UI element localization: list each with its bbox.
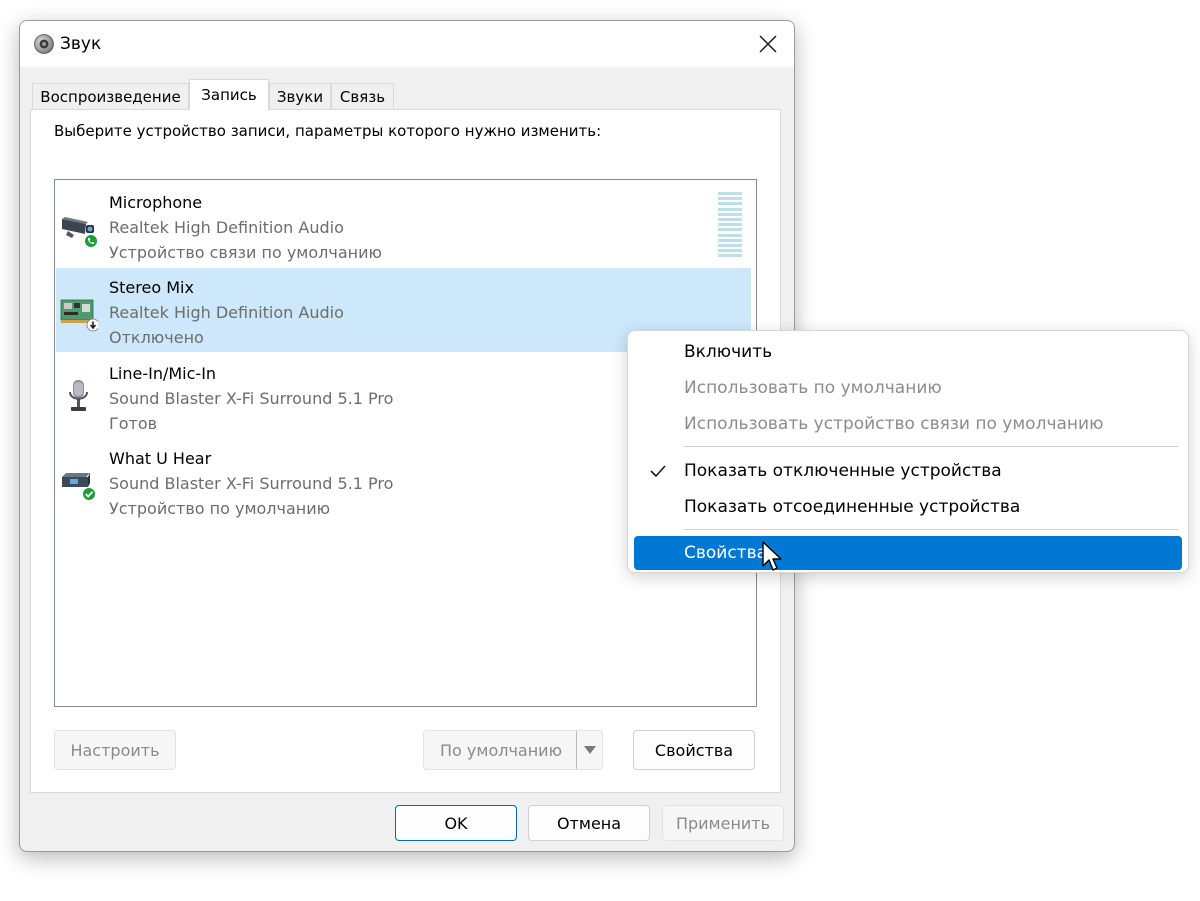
configure-button[interactable]: Настроить <box>54 730 176 770</box>
context-menu: Включить Использовать по умолчанию Испол… <box>627 330 1189 573</box>
set-default-split-button[interactable]: По умолчанию <box>423 730 603 770</box>
menu-item-label: Использовать по умолчанию <box>684 378 942 398</box>
microphone-icon <box>69 380 88 411</box>
device-item-microphone[interactable]: Microphone Realtek High Definition Audio… <box>56 183 751 267</box>
mouse-pointer-icon <box>762 541 782 571</box>
sound-card-icon <box>60 299 98 332</box>
device-status: Готов <box>109 414 158 433</box>
menu-item-label: Показать отсоединенные устройства <box>684 497 1021 517</box>
device-driver: Realtek High Definition Audio <box>109 303 344 322</box>
menu-item-label: Показать отключенные устройства <box>684 461 1002 481</box>
device-name: Microphone <box>109 193 203 212</box>
menu-item-show-disconnected[interactable]: Показать отсоединенные устройства <box>634 490 1182 524</box>
device-driver: Sound Blaster X-Fi Surround 5.1 Pro <box>109 389 394 408</box>
chevron-down-icon <box>583 746 596 754</box>
menu-item-enable[interactable]: Включить <box>634 335 1182 369</box>
instruction-text: Выберите устройство записи, параметры ко… <box>54 122 602 140</box>
menu-item-properties[interactable]: Свойства <box>634 536 1182 570</box>
title-bar[interactable]: Звук <box>20 21 794 67</box>
menu-separator <box>684 529 1178 530</box>
audio-device-icon <box>62 473 96 501</box>
device-status: Устройство связи по умолчанию <box>109 243 382 262</box>
checkmark-icon <box>650 465 666 478</box>
level-meter <box>718 192 742 258</box>
menu-item-show-disabled[interactable]: Показать отключенные устройства <box>634 454 1182 488</box>
properties-button[interactable]: Свойства <box>633 730 755 770</box>
ok-button[interactable]: OK <box>395 805 517 841</box>
close-icon <box>759 35 777 53</box>
menu-separator <box>684 446 1178 447</box>
menu-item-set-default[interactable]: Использовать по умолчанию <box>634 371 1182 405</box>
device-driver: Sound Blaster X-Fi Surround 5.1 Pro <box>109 474 394 493</box>
set-default-dropdown[interactable] <box>576 731 602 769</box>
set-default-label: По умолчанию <box>440 740 563 760</box>
device-name: Line-In/Mic-In <box>109 364 217 383</box>
device-name: Stereo Mix <box>109 278 194 297</box>
tab-recording[interactable]: Запись <box>189 79 269 110</box>
menu-item-label: Включить <box>684 342 773 362</box>
webcam-microphone-icon <box>62 217 98 247</box>
cancel-button[interactable]: Отмена <box>528 805 650 841</box>
menu-item-label: Свойства <box>684 543 768 563</box>
device-status: Устройство по умолчанию <box>109 499 331 518</box>
speaker-icon <box>34 34 54 54</box>
tab-sounds[interactable]: Звуки <box>269 83 331 109</box>
apply-button[interactable]: Применить <box>662 805 784 841</box>
device-name: What U Hear <box>109 449 212 468</box>
device-driver: Realtek High Definition Audio <box>109 218 344 237</box>
window-title: Звук <box>60 34 102 54</box>
device-status: Отключено <box>109 328 204 347</box>
tab-playback[interactable]: Воспроизведение <box>32 83 189 109</box>
menu-item-set-default-communication[interactable]: Использовать устройство связи по умолчан… <box>634 407 1182 441</box>
menu-item-label: Использовать устройство связи по умолчан… <box>684 414 1104 434</box>
close-button[interactable] <box>742 21 794 67</box>
tab-communications[interactable]: Связь <box>331 83 394 109</box>
